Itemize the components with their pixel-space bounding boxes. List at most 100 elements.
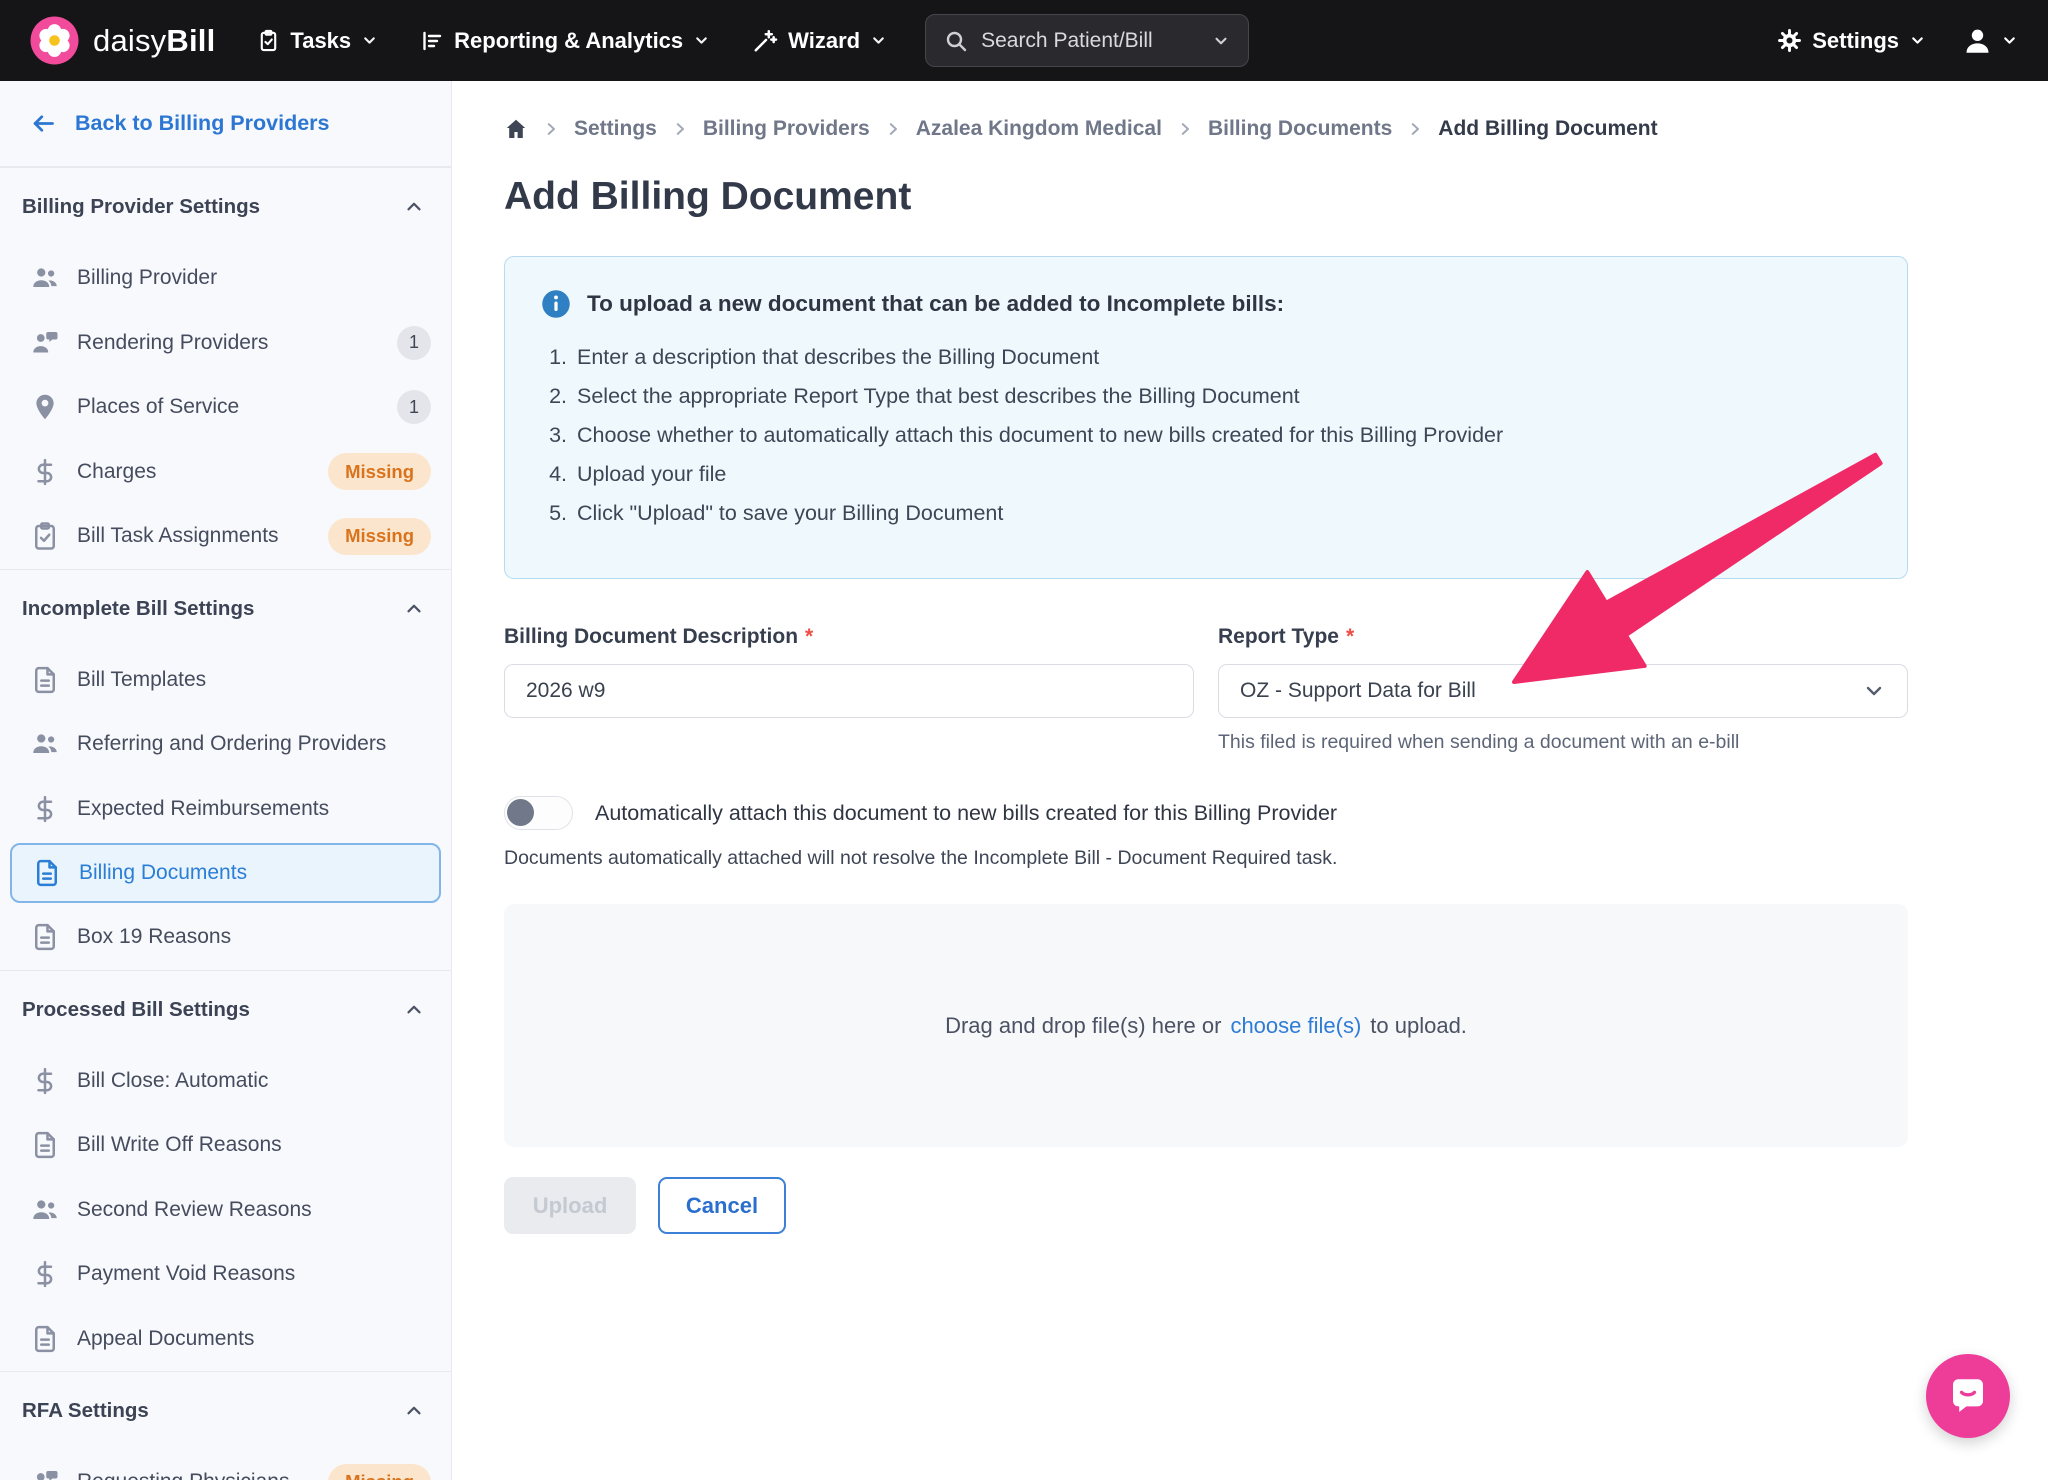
sidebar-item-bill-write-off-reasons[interactable]: Bill Write Off Reasons [0, 1113, 451, 1178]
section-header-processed-bill-settings[interactable]: Processed Bill Settings [0, 971, 451, 1049]
sidebar-item-second-review-reasons[interactable]: Second Review Reasons [0, 1178, 451, 1243]
users-icon [30, 263, 60, 293]
chevron-up-icon [403, 196, 425, 218]
nav-settings[interactable]: Settings [1777, 28, 1926, 54]
breadcrumb-current: Add Billing Document [1438, 117, 1657, 141]
info-step: Select the appropriate Report Type that … [573, 384, 1871, 409]
cancel-button[interactable]: Cancel [658, 1177, 786, 1234]
sidebar-item-rendering-providers[interactable]: Rendering Providers 1 [0, 311, 451, 376]
section-processed-bill-settings: Processed Bill Settings Bill Close: Auto… [0, 970, 451, 1372]
chevron-right-icon [1406, 120, 1424, 138]
main-content: Settings Billing Providers Azalea Kingdo… [452, 81, 2048, 1480]
dollar-icon [30, 457, 60, 487]
report-type-field-group: Report Type* OZ - Support Data for Bill … [1218, 625, 1908, 754]
sidebar-item-appeal-documents[interactable]: Appeal Documents [0, 1307, 451, 1372]
description-label: Billing Document Description* [504, 625, 1194, 649]
chevron-right-icon [671, 120, 689, 138]
section-incomplete-bill-settings: Incomplete Bill Settings Bill Templates … [0, 569, 451, 970]
sidebar-item-requesting-physicians[interactable]: Requesting Physicians Missing [0, 1450, 451, 1480]
missing-badge: Missing [328, 453, 431, 490]
sidebar-item-billing-documents[interactable]: Billing Documents [10, 843, 441, 903]
info-icon [541, 289, 571, 319]
back-to-billing-providers-link[interactable]: Back to Billing Providers [0, 81, 451, 167]
sidebar-item-bill-close-automatic[interactable]: Bill Close: Automatic [0, 1049, 451, 1114]
breadcrumb-settings[interactable]: Settings [574, 117, 657, 141]
file-dropzone[interactable]: Drag and drop file(s) here or choose fil… [504, 904, 1908, 1147]
dropzone-text: to upload. [1370, 1013, 1467, 1039]
nav-wizard[interactable]: Wizard [752, 28, 887, 54]
document-icon [30, 1324, 60, 1354]
users-icon [30, 1195, 60, 1225]
auto-attach-row: Automatically attach this document to ne… [504, 796, 2048, 830]
section-rfa-settings: RFA Settings Requesting Physicians Missi… [0, 1371, 451, 1480]
auto-attach-toggle[interactable] [504, 796, 573, 830]
user-account-menu[interactable] [1962, 25, 2018, 56]
document-icon [32, 858, 62, 888]
report-type-help-text: This filed is required when sending a do… [1218, 731, 1908, 754]
choose-files-link[interactable]: choose file(s) [1230, 1013, 1361, 1039]
section-header-rfa-settings[interactable]: RFA Settings [0, 1372, 451, 1450]
search-input[interactable]: Search Patient/Bill [925, 14, 1249, 67]
count-badge: 1 [397, 390, 431, 424]
chevron-down-icon [870, 32, 887, 49]
arrow-left-icon [30, 110, 57, 137]
section-header-billing-provider-settings[interactable]: Billing Provider Settings [0, 168, 451, 246]
sidebar-item-bill-templates[interactable]: Bill Templates [0, 648, 451, 713]
count-badge: 1 [397, 326, 431, 360]
section-billing-provider-settings: Billing Provider Settings Billing Provid… [0, 167, 451, 569]
dollar-icon [30, 1259, 60, 1289]
map-pin-icon [30, 392, 60, 422]
breadcrumb-billing-documents[interactable]: Billing Documents [1208, 117, 1392, 141]
document-icon [30, 1130, 60, 1160]
users-icon [30, 729, 60, 759]
home-icon[interactable] [504, 117, 528, 141]
breadcrumb-azalea-kingdom-medical[interactable]: Azalea Kingdom Medical [916, 117, 1162, 141]
report-type-select[interactable]: OZ - Support Data for Bill [1218, 664, 1908, 718]
required-asterisk: * [1346, 625, 1354, 648]
auto-attach-note: Documents automatically attached will no… [504, 847, 2048, 870]
info-step: Click "Upload" to save your Billing Docu… [573, 501, 1871, 526]
sidebar-item-payment-void-reasons[interactable]: Payment Void Reasons [0, 1242, 451, 1307]
chevron-down-icon [1909, 32, 1926, 49]
person-chat-icon [30, 328, 60, 358]
sidebar-item-places-of-service[interactable]: Places of Service 1 [0, 375, 451, 440]
missing-badge: Missing [328, 518, 431, 555]
settings-sidebar: Back to Billing Providers Billing Provid… [0, 81, 452, 1480]
required-asterisk: * [805, 625, 813, 648]
section-header-incomplete-bill-settings[interactable]: Incomplete Bill Settings [0, 570, 451, 648]
document-icon [30, 922, 60, 952]
daisybill-logo[interactable]: daisyBill [30, 16, 215, 65]
dollar-icon [30, 1066, 60, 1096]
nav-reporting-analytics[interactable]: Reporting & Analytics [420, 28, 710, 54]
clipboard-check-icon [30, 521, 60, 551]
chevron-down-icon [1862, 679, 1886, 703]
sidebar-item-charges[interactable]: Charges Missing [0, 440, 451, 505]
dollar-icon [30, 794, 60, 824]
chevron-up-icon [403, 1400, 425, 1422]
sidebar-item-expected-reimbursements[interactable]: Expected Reimbursements [0, 777, 451, 842]
sidebar-item-box-19-reasons[interactable]: Box 19 Reasons [0, 905, 451, 970]
description-input[interactable] [504, 664, 1194, 718]
chat-launcher-button[interactable] [1926, 1354, 2010, 1438]
nav-tasks[interactable]: Tasks [257, 28, 378, 54]
info-step: Choose whether to automatically attach t… [573, 423, 1871, 448]
brand-name: daisyBill [93, 23, 215, 59]
sidebar-item-billing-provider[interactable]: Billing Provider [0, 246, 451, 311]
sidebar-item-referring-ordering-providers[interactable]: Referring and Ordering Providers [0, 712, 451, 777]
chevron-up-icon [403, 999, 425, 1021]
dropzone-text: Drag and drop file(s) here or [945, 1013, 1221, 1039]
chevron-right-icon [884, 120, 902, 138]
breadcrumb-billing-providers[interactable]: Billing Providers [703, 117, 870, 141]
upload-button[interactable]: Upload [504, 1177, 636, 1234]
chevron-down-icon[interactable] [1212, 32, 1230, 50]
description-field-group: Billing Document Description* [504, 625, 1194, 754]
sidebar-item-bill-task-assignments[interactable]: Bill Task Assignments Missing [0, 504, 451, 569]
document-icon [30, 665, 60, 695]
top-navbar: daisyBill Tasks Reporting & Analytics Wi… [0, 0, 2048, 81]
chevron-right-icon [1176, 120, 1194, 138]
chat-bubble-icon [1944, 1372, 1992, 1420]
chevron-up-icon [403, 598, 425, 620]
report-type-label: Report Type* [1218, 625, 1908, 649]
auto-attach-label: Automatically attach this document to ne… [595, 801, 1337, 826]
chevron-right-icon [542, 120, 560, 138]
